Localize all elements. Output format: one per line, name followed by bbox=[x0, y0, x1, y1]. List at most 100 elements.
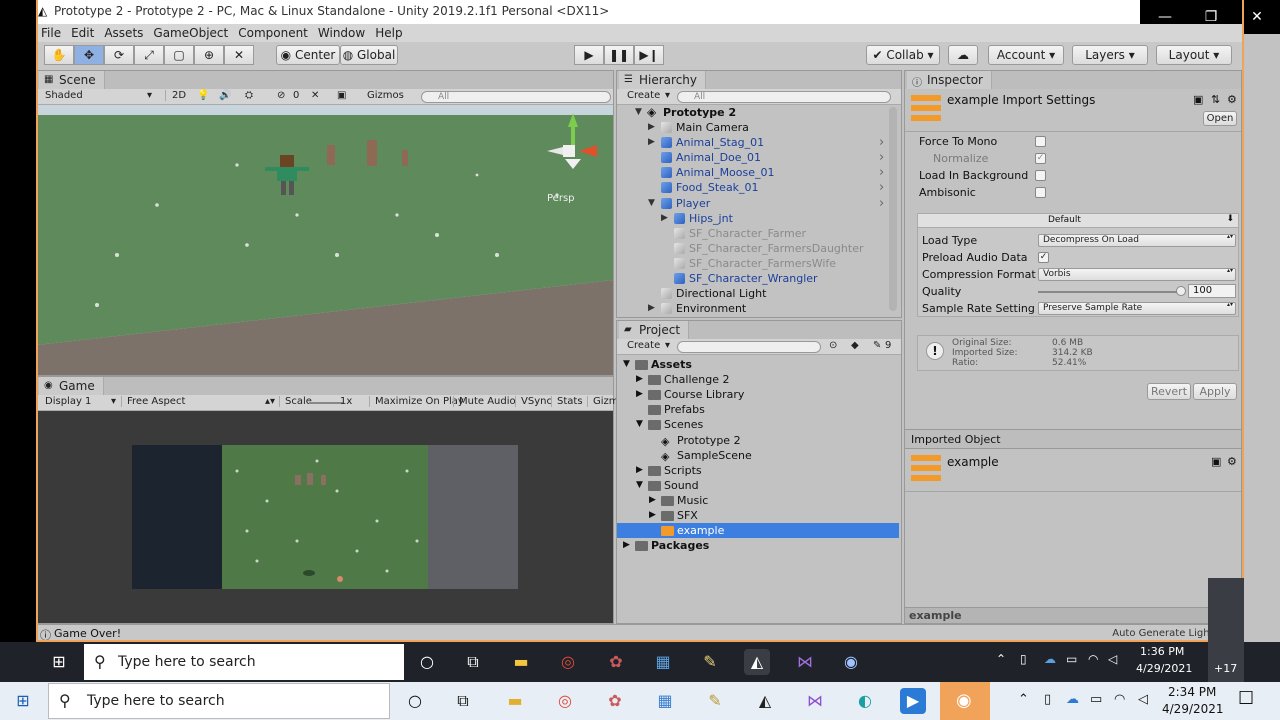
volume-icon[interactable]: ◁ bbox=[1108, 652, 1117, 666]
outer-unity-icon[interactable]: ◭ bbox=[752, 688, 778, 714]
menu-help[interactable]: Help bbox=[370, 24, 407, 40]
outer-chrome-icon[interactable]: ◎ bbox=[552, 688, 578, 714]
chrome-icon[interactable]: ◎ bbox=[555, 649, 581, 675]
project-item[interactable]: ▼ Assets bbox=[617, 357, 899, 372]
outer-windows-start-icon[interactable]: ⊞ bbox=[10, 688, 36, 714]
inner-clock-date[interactable]: 4/29/2021 bbox=[1136, 662, 1192, 675]
preload-checkbox[interactable]: ✓ bbox=[1038, 252, 1049, 263]
effects-icon[interactable]: ⛭ bbox=[245, 90, 253, 101]
account-dropdown[interactable]: Account ▾ bbox=[988, 45, 1064, 65]
lighting-icon[interactable]: 💡 bbox=[197, 90, 209, 101]
hierarchy-scrollbar[interactable] bbox=[889, 107, 897, 311]
outer-battery-icon[interactable]: ▭ bbox=[1090, 692, 1102, 707]
rotate-tool-icon[interactable]: ⟳ bbox=[104, 45, 134, 65]
inner-search-box[interactable]: ⚲ Type here to search bbox=[84, 644, 404, 680]
expand-arrow-icon[interactable]: ▼ bbox=[648, 196, 655, 211]
load-background-checkbox[interactable] bbox=[1035, 170, 1046, 181]
project-item[interactable]: ▶ Music bbox=[617, 493, 899, 508]
tab-game[interactable]: ◉ Game bbox=[39, 377, 104, 395]
onedrive-icon[interactable]: ☁ bbox=[1044, 652, 1056, 666]
help-icon[interactable]: ▣ bbox=[1193, 93, 1203, 106]
filter-type-icon[interactable]: ⊙ bbox=[829, 340, 837, 351]
load-type-dropdown[interactable]: Decompress On Load bbox=[1038, 234, 1236, 247]
action-center-icon[interactable]: ☐ bbox=[1238, 688, 1254, 709]
collab-dropdown[interactable]: ✔ Collab ▾ bbox=[866, 45, 940, 65]
hierarchy-item[interactable]: SF_Character_Wrangler bbox=[617, 271, 887, 286]
menu-window[interactable]: Window bbox=[313, 24, 370, 40]
hierarchy-item[interactable]: ▶ Main Camera bbox=[617, 120, 887, 135]
force-mono-checkbox[interactable] bbox=[1035, 136, 1046, 147]
outer-search-box[interactable]: ⚲ Type here to search bbox=[48, 683, 390, 719]
folder-expand-arrow-icon[interactable]: ▼ bbox=[636, 417, 643, 432]
scene-root-row[interactable]: ▼ ◈ Prototype 2 bbox=[617, 105, 887, 120]
menu-assets[interactable]: Assets bbox=[99, 24, 148, 40]
folder-expand-arrow-icon[interactable]: ▶ bbox=[649, 508, 656, 523]
outer-clock-date[interactable]: 4/29/2021 bbox=[1162, 702, 1224, 716]
outer-tray-chevron-icon[interactable]: ⌃ bbox=[1018, 692, 1029, 707]
outer-media-icon[interactable]: ▶ bbox=[900, 688, 926, 714]
wifi-icon[interactable]: ◠ bbox=[1088, 652, 1098, 666]
folder-expand-arrow-icon[interactable]: ▶ bbox=[636, 372, 643, 387]
preview-bar[interactable]: example bbox=[905, 607, 1241, 623]
unity-app-icon[interactable]: ◭ bbox=[744, 649, 770, 675]
cloud-icon[interactable]: ☁ bbox=[948, 45, 978, 65]
prefab-open-arrow-icon[interactable]: › bbox=[879, 180, 884, 195]
notification-badge[interactable]: +17 bbox=[1214, 662, 1237, 675]
folder-expand-arrow-icon[interactable]: ▶ bbox=[636, 387, 643, 402]
outer-clock-time[interactable]: 2:34 PM bbox=[1168, 685, 1216, 699]
outer-recorder-button[interactable]: ◉ bbox=[940, 682, 990, 720]
gizmos-dropdown[interactable]: Gizmos bbox=[367, 90, 404, 101]
hidden-objects-icon[interactable]: ⊘ bbox=[277, 90, 285, 101]
visual-studio-icon[interactable]: ⋈ bbox=[792, 649, 818, 675]
project-item[interactable]: ◈ SampleScene bbox=[617, 448, 899, 463]
persp-label[interactable]: Persp bbox=[547, 193, 575, 204]
vsync-toggle[interactable]: VSync bbox=[515, 396, 552, 407]
tab-inspector[interactable]: ⓘ Inspector bbox=[907, 71, 992, 89]
prefab-open-arrow-icon[interactable]: › bbox=[879, 150, 884, 165]
notepad-icon[interactable]: ✎ bbox=[697, 649, 723, 675]
object-help-icon[interactable]: ▣ bbox=[1211, 455, 1221, 468]
folder-expand-arrow-icon[interactable]: ▼ bbox=[623, 357, 630, 372]
menu-component[interactable]: Component bbox=[233, 24, 313, 40]
object-gear-icon[interactable]: ⚙ bbox=[1227, 455, 1237, 468]
aspect-dropdown[interactable]: Free Aspect bbox=[121, 396, 185, 407]
scale-slider[interactable] bbox=[309, 402, 343, 404]
project-item[interactable]: ▶ Scripts bbox=[617, 463, 899, 478]
windows-start-icon[interactable]: ⊞ bbox=[46, 649, 72, 675]
outer-notepad-icon[interactable]: ✎ bbox=[702, 688, 728, 714]
hierarchy-create-button[interactable]: Create bbox=[627, 90, 660, 101]
folder-expand-arrow-icon[interactable]: ▶ bbox=[623, 538, 630, 553]
expand-arrow-icon[interactable]: ▶ bbox=[648, 301, 655, 316]
quality-input[interactable]: 100 bbox=[1188, 284, 1236, 298]
outer-task-view-icon[interactable]: ⧉ bbox=[450, 688, 476, 714]
menu-edit[interactable]: Edit bbox=[66, 24, 99, 40]
tab-project[interactable]: ▰ Project bbox=[619, 321, 690, 339]
pivot-center-button[interactable]: ◉ Center bbox=[276, 45, 340, 65]
hierarchy-item[interactable]: Animal_Doe_01 › bbox=[617, 150, 887, 165]
menu-gameobject[interactable]: GameObject bbox=[148, 24, 233, 40]
project-item[interactable]: ▼ Sound bbox=[617, 478, 899, 493]
outer-volume-icon[interactable]: ◁ bbox=[1138, 692, 1148, 707]
hierarchy-item[interactable]: ▶ Environment bbox=[617, 301, 887, 316]
expand-arrow-icon[interactable]: ▶ bbox=[648, 135, 655, 150]
apply-button[interactable]: Apply bbox=[1193, 383, 1237, 400]
task-view-icon[interactable]: ⧉ bbox=[460, 649, 486, 675]
project-item-selected[interactable]: example bbox=[617, 523, 899, 539]
outer-file-explorer-icon[interactable]: ▬ bbox=[502, 688, 528, 714]
hierarchy-item[interactable]: ▶ Hips_jnt bbox=[617, 211, 887, 226]
compression-dropdown[interactable]: Vorbis bbox=[1038, 268, 1236, 281]
prefab-open-arrow-icon[interactable]: › bbox=[879, 135, 884, 150]
hierarchy-item[interactable]: SF_Character_FarmersWife bbox=[617, 256, 887, 271]
quality-slider-track[interactable] bbox=[1038, 291, 1182, 293]
mute-audio-toggle[interactable]: Mute Audio bbox=[453, 396, 516, 407]
hierarchy-item[interactable]: Directional Light bbox=[617, 286, 887, 301]
open-button[interactable]: Open bbox=[1203, 111, 1237, 126]
cortana-icon[interactable]: ○ bbox=[414, 649, 440, 675]
stats-toggle[interactable]: Stats bbox=[551, 396, 583, 407]
transform-tool-icon[interactable]: ⊕ bbox=[194, 45, 224, 65]
project-item[interactable]: ▶ Challenge 2 bbox=[617, 372, 899, 387]
outer-onedrive-icon[interactable]: ☁ bbox=[1066, 692, 1079, 707]
camera-icon[interactable]: ▣ bbox=[337, 90, 346, 101]
outer-visual-studio-icon[interactable]: ⋈ bbox=[802, 688, 828, 714]
expand-arrow-icon[interactable]: ▶ bbox=[661, 211, 668, 226]
